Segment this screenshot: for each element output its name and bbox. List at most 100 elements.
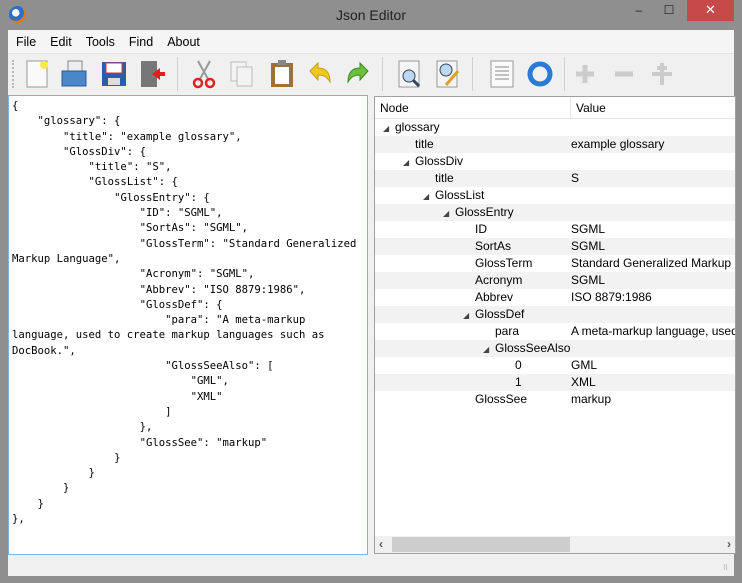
find-icon[interactable] [396,59,424,89]
tree-node-cell: ◢ GlossSeeAlso [375,340,571,357]
tree-row[interactable]: 0 GML [375,357,735,374]
toolbar-grip[interactable] [12,60,14,88]
tree-row[interactable]: Abbrev ISO 8879:1986 [375,289,735,306]
redo-icon[interactable] [344,59,372,89]
tree-row[interactable]: ◢ GlossSeeAlso [375,340,735,357]
node-label: GlossList [435,188,485,202]
toolbar-separator [564,57,565,91]
insert-icon[interactable] [648,59,676,89]
tree-row[interactable]: ◢ glossary [375,119,735,136]
tree-node-cell: title [375,136,571,153]
node-label: title [435,171,454,185]
new-file-icon[interactable] [23,59,51,89]
tree-node-cell: ID [375,221,571,238]
undo-icon[interactable] [306,59,334,89]
save-icon[interactable] [100,59,128,89]
refresh-icon[interactable] [526,59,554,89]
node-value: Standard Generalized Markup Language [571,256,735,270]
node-value: SGML [571,222,606,236]
node-value [571,306,735,323]
expand-triangle-icon[interactable]: ◢ [443,205,455,221]
node-value: markup [571,392,612,406]
menu-edit[interactable]: Edit [50,30,80,53]
expand-triangle-icon[interactable]: ◢ [383,120,395,136]
node-label: para [495,324,520,338]
menu-tools[interactable]: Tools [86,30,123,53]
toolbar [8,53,734,93]
expand-triangle-icon[interactable]: ◢ [423,188,435,204]
resize-grip[interactable]: ⠿ [723,564,728,572]
node-label: SortAs [475,239,512,253]
format-icon[interactable] [488,59,516,89]
tree-row[interactable]: ◢ GlossEntry [375,204,735,221]
tree-node-cell: Acronym [375,272,571,289]
node-value [571,153,735,170]
node-label: GlossEntry [455,205,514,219]
expand-triangle-icon[interactable]: ◢ [403,154,415,170]
scroll-left-icon[interactable]: ‹ [379,536,383,553]
maximize-button[interactable]: ☐ [655,0,683,21]
node-label: GlossSee [475,392,528,406]
title-bar: Json Editor ‒ ☐ ✕ [0,0,742,30]
tree-row[interactable]: ◢ GlossDiv [375,153,735,170]
scroll-right-icon[interactable]: › [727,536,731,553]
tree-row[interactable]: Acronym SGML [375,272,735,289]
node-label: GlossTerm [475,256,533,270]
node-value: SGML [571,239,606,253]
node-label: GlossSeeAlso [495,341,571,355]
tree-row[interactable]: title S [375,170,735,187]
node-value: S [571,171,580,185]
node-value [571,119,735,136]
node-label: Acronym [475,273,523,287]
node-label: glossary [395,120,440,134]
scrollbar-thumb[interactable] [392,537,570,552]
copy-icon[interactable] [228,59,256,89]
tree-row[interactable]: ID SGML [375,221,735,238]
node-label: 0 [515,358,522,372]
tree-node-cell: ◢ GlossDef [375,306,571,323]
exit-icon[interactable] [138,59,166,89]
cut-icon[interactable] [190,59,218,89]
tree-node-cell: Abbrev [375,289,571,306]
node-label: GlossDiv [415,154,464,168]
tree-row[interactable]: 1 XML [375,374,735,391]
horizontal-scrollbar[interactable]: ‹ › [375,536,735,553]
json-text[interactable]: { "glossary": { "title": "example glossa… [9,96,367,530]
node-value: ISO 8879:1986 [571,290,652,304]
json-tree-view[interactable]: Node Value ◢ glossary title example glossar… [374,96,736,554]
tree-row[interactable]: GlossSee markup [375,391,735,408]
tree-rows: ◢ glossary title example glossary ◢ GlossDiv t… [375,119,735,408]
open-folder-icon[interactable] [60,59,88,89]
tree-node-cell: SortAs [375,238,571,255]
tree-row[interactable]: para A meta-markup language, used to crea… [375,323,735,340]
tree-node-cell: ◢ GlossList [375,187,571,204]
minimize-button[interactable]: ‒ [625,0,653,21]
tree-row[interactable]: title example glossary [375,136,735,153]
tree-node-cell: para [375,323,571,340]
menu-about[interactable]: About [167,30,208,53]
tree-node-cell: title [375,170,571,187]
node-value [571,340,735,357]
expand-triangle-icon[interactable]: ◢ [463,307,475,323]
find-replace-icon[interactable] [434,59,462,89]
menu-file[interactable]: File [16,30,44,53]
json-text-editor[interactable]: { "glossary": { "title": "example glossa… [8,95,368,555]
column-header-value[interactable]: Value [571,97,611,118]
tree-row[interactable]: ◢ GlossDef [375,306,735,323]
node-label: ID [475,222,487,236]
node-value [571,187,735,204]
node-value: SGML [571,273,606,287]
toolbar-separator [472,57,473,91]
expand-triangle-icon[interactable]: ◢ [483,341,495,357]
column-header-node[interactable]: Node [375,97,571,118]
close-button[interactable]: ✕ [687,0,734,21]
remove-icon[interactable] [610,59,638,89]
tree-row[interactable]: GlossTerm Standard Generalized Markup Lan… [375,255,735,272]
tree-node-cell: ◢ GlossDiv [375,153,571,170]
paste-icon[interactable] [268,59,296,89]
tree-row[interactable]: SortAs SGML [375,238,735,255]
add-icon[interactable] [571,59,599,89]
tree-node-cell: ◢ glossary [375,119,571,136]
menu-find[interactable]: Find [129,30,161,53]
tree-row[interactable]: ◢ GlossList [375,187,735,204]
